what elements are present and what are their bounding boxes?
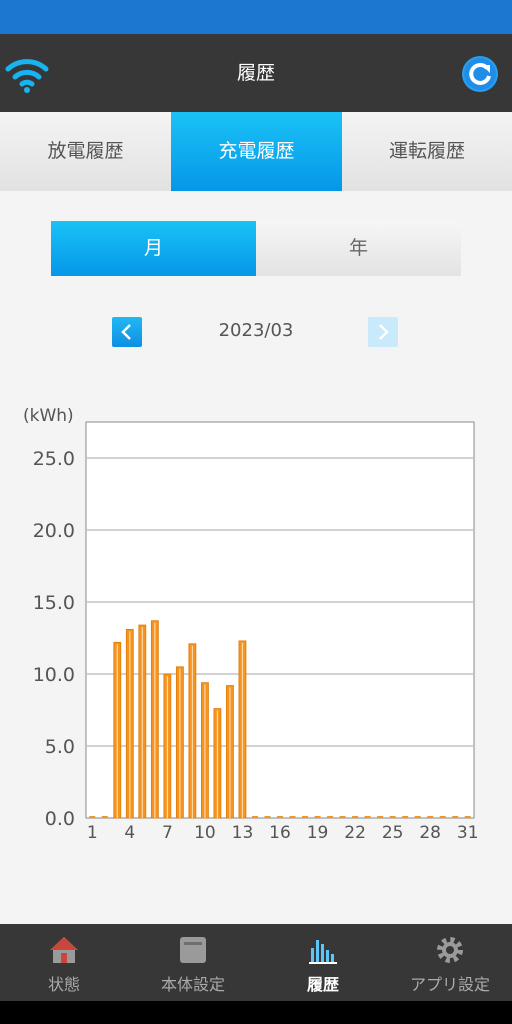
bar [464, 816, 471, 818]
refresh-icon[interactable] [461, 55, 499, 93]
x-tick-label: 4 [124, 823, 135, 843]
bar [264, 816, 271, 818]
prev-month-button[interactable] [112, 317, 142, 347]
device-icon [180, 937, 206, 963]
bar [352, 816, 359, 818]
x-tick-label: 28 [419, 823, 441, 843]
system-nav-bar [0, 1001, 512, 1024]
bar [314, 816, 321, 818]
year-button[interactable]: 年 [256, 221, 461, 276]
page-title: 履歴 [236, 62, 275, 84]
bar [439, 816, 446, 818]
home-icon [50, 937, 78, 963]
bar-chart-icon [309, 940, 337, 964]
bar [289, 816, 296, 818]
y-tick-label: 0.0 [45, 808, 75, 830]
bar [452, 816, 459, 818]
nav-app-settings[interactable]: アプリ設定 [388, 924, 512, 1001]
y-tick-label: 20.0 [33, 520, 75, 542]
status-bar [0, 0, 512, 34]
x-tick-label: 19 [307, 823, 329, 843]
nav-device-settings[interactable]: 本体設定 [128, 924, 258, 1001]
history-tabs: 放電履歴 充電履歴 運転履歴 [0, 112, 512, 191]
app-bar: 履歴 [0, 34, 512, 112]
x-tick-label: 13 [232, 823, 254, 843]
month-button[interactable]: 月 [51, 221, 256, 276]
chevron-left-icon [121, 324, 131, 340]
tab-operation-history[interactable]: 運転履歴 [342, 112, 512, 191]
bar [402, 816, 409, 818]
x-tick-label: 1 [87, 823, 98, 843]
bar [251, 816, 258, 818]
bar [364, 816, 371, 818]
x-tick-label: 22 [344, 823, 366, 843]
bar [89, 816, 96, 818]
bar [389, 816, 396, 818]
bar [327, 816, 334, 818]
y-tick-label: 5.0 [45, 736, 75, 758]
bar [414, 816, 421, 818]
gear-icon [437, 937, 463, 963]
bar [339, 816, 346, 818]
current-period: 2023/03 [218, 320, 294, 341]
nav-label: 本体設定 [160, 975, 225, 994]
next-month-button[interactable] [368, 317, 398, 347]
nav-label: 状態 [47, 975, 80, 994]
bar [377, 816, 384, 818]
nav-history[interactable]: 履歴 [258, 924, 388, 1001]
bar [277, 816, 283, 818]
bar [101, 816, 108, 818]
nav-status[interactable]: 状態 [0, 924, 128, 1001]
x-tick-label: 16 [269, 823, 291, 843]
bar [427, 816, 434, 818]
tab-charge-history[interactable]: 充電履歴 [171, 112, 342, 191]
charge-history-chart: 0.0 5.0 10.0 15.0 20.0 25.0 1 4 7 10 13 16 19 22 25 28 3… [33, 421, 479, 843]
x-tick-label: 31 [457, 823, 479, 843]
x-tick-label: 25 [382, 823, 404, 843]
y-tick-label: 25.0 [33, 448, 75, 470]
nav-label: 履歴 [306, 975, 339, 994]
y-tick-label: 10.0 [33, 664, 75, 686]
tab-discharge-history[interactable]: 放電履歴 [0, 112, 171, 191]
bar [302, 816, 309, 818]
y-tick-label: 15.0 [33, 592, 75, 614]
period-toggle: 月 年 [51, 221, 461, 276]
chevron-right-icon [379, 324, 389, 340]
x-tick-label: 10 [194, 823, 216, 843]
x-tick-label: 7 [162, 823, 173, 843]
nav-label: アプリ設定 [409, 975, 490, 994]
bottom-nav: 状態 本体設定 履歴 アプリ設定 [0, 924, 512, 1001]
